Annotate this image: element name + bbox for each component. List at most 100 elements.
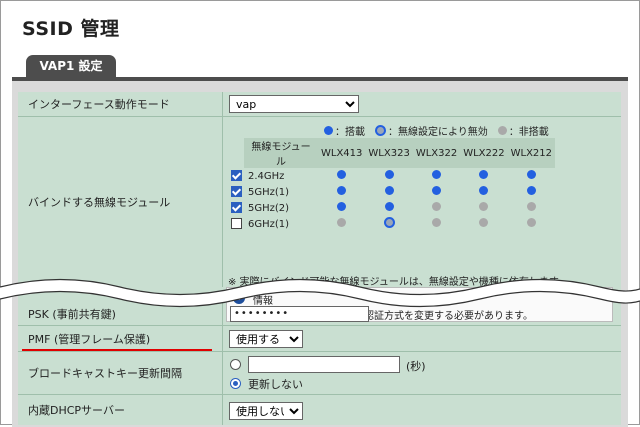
broadcast-key-value-cell: (秒) 更新しない [224,352,621,394]
module-header: 無線モジュール [244,138,318,168]
dhcp-label: 内蔵DHCPサーバー [18,395,223,425]
module-status-cell [365,168,412,184]
page-title: SSID 管理 [22,18,120,40]
legend-installed-text: ：搭載 [335,127,365,138]
model-header: WLX212 [507,138,556,168]
legend-disabled-text: ：無線設定により無効 [388,127,488,138]
row-interface-mode: インターフェース動作モード vap [18,92,621,117]
pmf-select[interactable]: 使用する [229,330,303,348]
model-header: WLX222 [460,138,508,168]
pmf-value-cell: 使用する [224,326,621,351]
installed-dot-icon [337,202,347,211]
not-installed-dot-icon [526,218,536,227]
module-checkbox[interactable] [230,170,242,182]
no-update-radio[interactable] [230,378,241,389]
module-status-cell [508,168,555,184]
no-update-label: 更新しない [248,378,303,391]
module-row: 5GHz(1) [228,184,555,200]
not-installed-dot-icon [337,218,347,227]
not-installed-dot-icon [479,202,489,211]
not-installed-dot-icon [432,202,442,211]
module-status-cell [413,168,460,184]
module-checkbox[interactable] [230,186,242,198]
module-status-cell [318,200,365,216]
module-status-cell [460,184,507,200]
module-name: 5GHz(2) [248,202,290,214]
torn-edge-separator [0,278,640,308]
interval-radio[interactable] [230,359,241,370]
row-dhcp: 内蔵DHCPサーバー 使用しない [18,395,621,425]
checkbox-header [228,138,244,168]
module-status-cell [365,200,412,216]
broadcast-key-label: ブロードキャストキー更新間隔 [18,352,223,394]
installed-dot-icon [384,186,394,195]
not-installed-dot-icon [526,202,536,211]
disabled-dot-icon [383,217,395,228]
module-table-body: 2.4GHz 5GHz(1) 5GHz(2) 6GHz(1) [228,168,555,232]
installed-dot-icon [479,186,489,195]
module-legend: ：搭載 ：無線設定により無効 ：非搭載 [324,123,549,138]
module-table: 無線モジュール WLX413 WLX323 WLX322 WLX222 WLX2… [228,138,556,232]
installed-dot-icon [526,170,536,179]
module-status-cell [508,200,555,216]
interval-input[interactable] [248,356,400,373]
module-table-header: 無線モジュール WLX413 WLX323 WLX322 WLX222 WLX2… [228,138,556,168]
module-name: 6GHz(1) [248,218,290,230]
module-status-cell [460,216,507,232]
not-installed-dot-icon [479,218,489,227]
model-header: WLX323 [365,138,413,168]
bind-modules-label: バインドする無線モジュール [18,117,223,287]
module-status-cell [508,216,555,232]
legend-not-installed: ：非搭載 [497,123,549,138]
installed-dot-icon [337,186,347,195]
module-checkbox[interactable] [230,202,242,214]
module-status-cell [318,184,365,200]
module-status-cell [413,184,460,200]
dhcp-value-cell: 使用しない [224,395,621,425]
module-status-cell [318,168,365,184]
module-status-cell [365,184,412,200]
interface-mode-select[interactable]: vap [229,95,359,113]
dhcp-select[interactable]: 使用しない [229,402,303,420]
interface-mode-value-cell: vap [224,92,621,116]
row-broadcast-key: ブロードキャストキー更新間隔 (秒) 更新しない [18,352,621,395]
module-name: 5GHz(1) [248,186,290,198]
model-header: WLX413 [318,138,366,168]
module-row: 2.4GHz [228,168,555,184]
settings-grid: インターフェース動作モード vap バインドする無線モジュール ：搭載 ：無線設… [18,92,621,425]
module-name: 2.4GHz [248,170,285,182]
module-status-cell [508,184,555,200]
installed-dot-icon [384,170,394,179]
legend-disabled: ：無線設定により無効 [375,123,488,138]
installed-dot-icon [432,186,442,195]
model-header: WLX322 [412,138,461,168]
installed-dot-icon [479,170,489,179]
interface-mode-label: インターフェース動作モード [18,92,223,116]
module-status-cell [460,200,507,216]
module-status-cell [413,200,460,216]
module-checkbox[interactable] [230,218,242,230]
module-checkbox-cell [228,168,244,184]
module-status-cell [318,216,365,232]
module-checkbox-cell [228,216,244,232]
legend-installed: ：搭載 [324,123,365,138]
legend-not-installed-text: ：非搭載 [508,127,549,138]
installed-dot-icon [432,170,442,179]
installed-dot-icon [324,126,333,135]
installed-dot-icon [384,202,394,211]
tab-vap1-settings[interactable]: VAP1 設定 [26,55,116,77]
module-checkbox-cell [228,184,244,200]
pmf-label: PMF (管理フレーム保護) [18,326,223,351]
pmf-highlight-underline [22,349,212,351]
module-row: 5GHz(2) [228,200,555,216]
interval-unit: (秒) [406,360,426,373]
installed-dot-icon [526,186,536,195]
module-status-cell [460,168,507,184]
not-installed-dot-icon [432,218,442,227]
module-checkbox-cell [228,200,244,216]
module-status-cell [365,216,412,232]
module-row: 6GHz(1) [228,216,555,232]
disabled-dot-icon [375,125,386,136]
installed-dot-icon [337,170,347,179]
module-status-cell [413,216,460,232]
